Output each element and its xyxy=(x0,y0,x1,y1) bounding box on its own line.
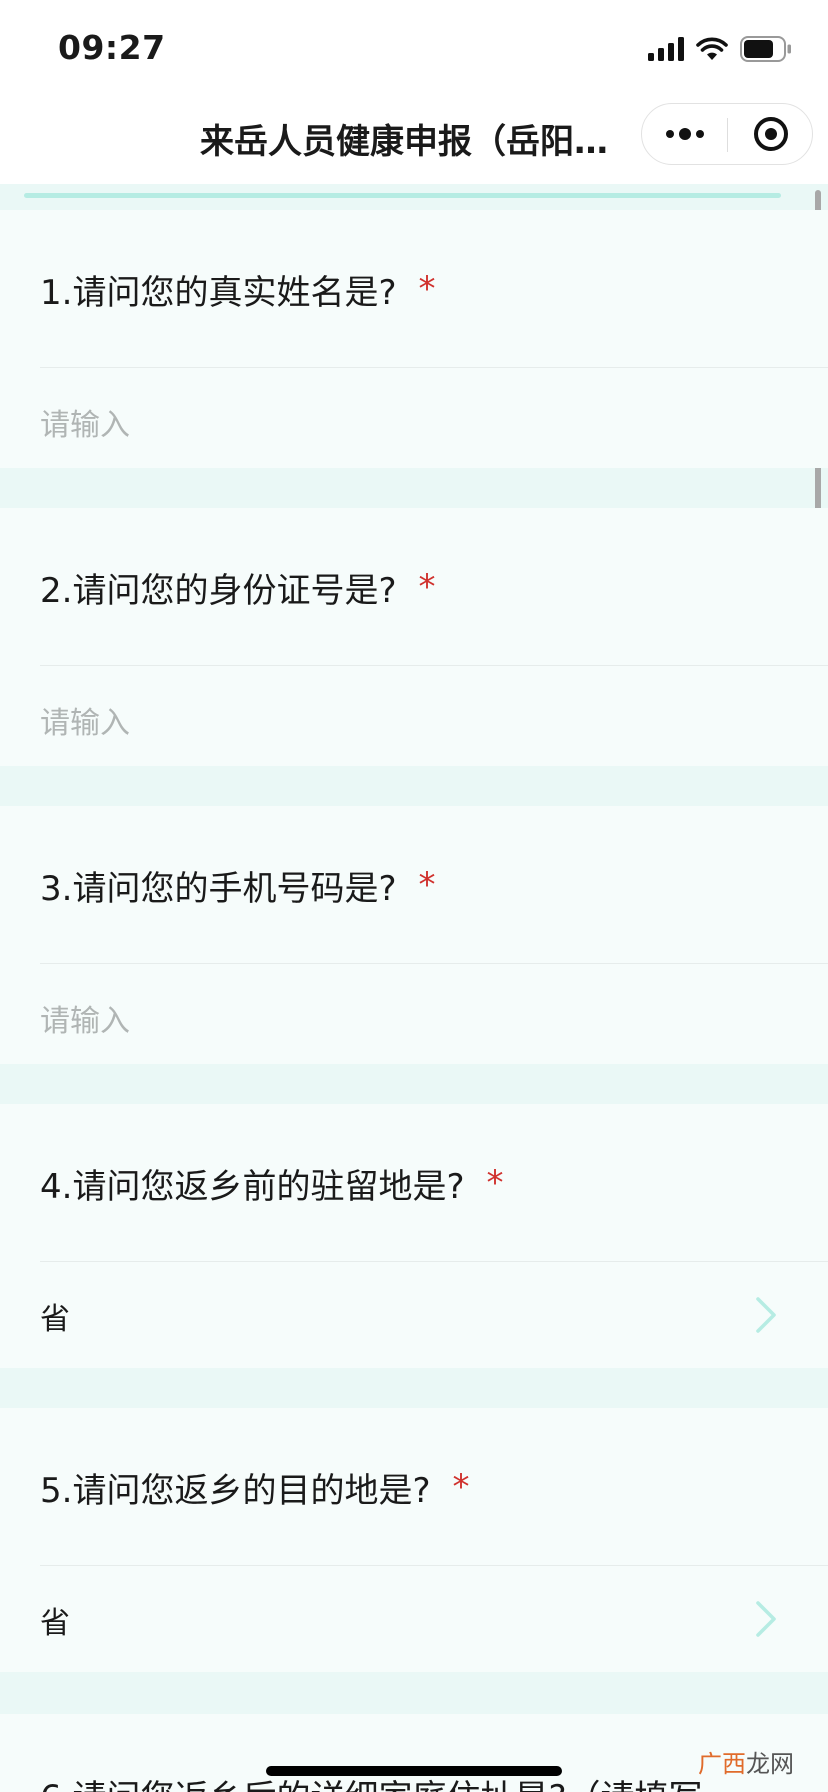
required-asterisk: * xyxy=(486,1163,504,1203)
divider xyxy=(40,665,828,666)
more-dots-icon-right xyxy=(696,130,704,138)
required-asterisk: * xyxy=(418,865,436,905)
battery-icon xyxy=(740,36,792,66)
phone-input[interactable]: 请输入 xyxy=(40,996,130,1040)
question-text: 4.请问您返乡前的驻留地是? xyxy=(40,1166,465,1207)
divider xyxy=(40,1565,828,1566)
watermark-rest: 龙网 xyxy=(746,1750,794,1778)
wifi-icon xyxy=(696,37,728,65)
required-asterisk: * xyxy=(418,269,436,309)
divider xyxy=(40,963,828,964)
more-dots-icon-center xyxy=(679,128,691,140)
select-value: 省 xyxy=(40,1606,70,1641)
home-indicator xyxy=(266,1766,562,1776)
miniprogram-capsule xyxy=(641,103,813,165)
name-input[interactable]: 请输入 xyxy=(40,400,130,444)
watermark: 广西龙网 xyxy=(698,1744,794,1779)
question-card-1: 1.请问您的真实姓名是? * 请输入 xyxy=(0,210,828,468)
question-label: 4.请问您返乡前的驻留地是? * xyxy=(40,1104,504,1262)
divider xyxy=(40,1261,828,1262)
question-text: 5.请问您返乡的目的地是? xyxy=(40,1470,431,1511)
question-label: 2.请问您的身份证号是? * xyxy=(40,508,436,666)
id-number-input[interactable]: 请输入 xyxy=(40,698,130,742)
chevron-right-icon xyxy=(756,1601,776,1637)
question-label: 3.请问您的手机号码是? * xyxy=(40,806,436,964)
status-time: 09:27 xyxy=(58,28,166,67)
question-text: 1.请问您的真实姓名是? xyxy=(40,272,397,313)
status-icons xyxy=(648,36,792,66)
question-label: 5.请问您返乡的目的地是? * xyxy=(40,1408,470,1566)
question-card-4: 4.请问您返乡前的驻留地是? * 省 xyxy=(0,1104,828,1368)
question-card-5: 5.请问您返乡的目的地是? * 省 xyxy=(0,1408,828,1672)
question-card-3: 3.请问您的手机号码是? * 请输入 xyxy=(0,806,828,1064)
progress-bar xyxy=(0,184,828,210)
progress-fill xyxy=(24,193,781,198)
question-card-2: 2.请问您的身份证号是? * 请输入 xyxy=(0,508,828,766)
question-label: 1.请问您的真实姓名是? * xyxy=(40,210,436,368)
question-text: 2.请问您的身份证号是? xyxy=(40,570,397,611)
miniprogram-close-icon xyxy=(754,117,788,151)
status-bar: 09:27 xyxy=(0,0,828,96)
page-title: 来岳人员健康申报（岳阳… xyxy=(200,122,608,162)
close-button[interactable] xyxy=(728,104,814,164)
select-value: 省 xyxy=(40,1302,70,1337)
question-text: 3.请问您的手机号码是? xyxy=(40,868,397,909)
more-dots-icon xyxy=(666,130,674,138)
more-button[interactable] xyxy=(642,104,728,164)
chevron-right-icon xyxy=(756,1297,776,1333)
question-label: 6.请问您返乡后的详细家庭住址是?（请填写 xyxy=(40,1714,702,1792)
required-asterisk: * xyxy=(452,1467,470,1507)
divider xyxy=(40,367,828,368)
required-asterisk: * xyxy=(418,567,436,607)
nav-bar: 来岳人员健康申报（岳阳… xyxy=(0,96,828,184)
miniprogram-close-icon-dot xyxy=(765,128,777,140)
cellular-signal-icon xyxy=(648,37,684,65)
watermark-accent: 广西 xyxy=(698,1750,746,1778)
